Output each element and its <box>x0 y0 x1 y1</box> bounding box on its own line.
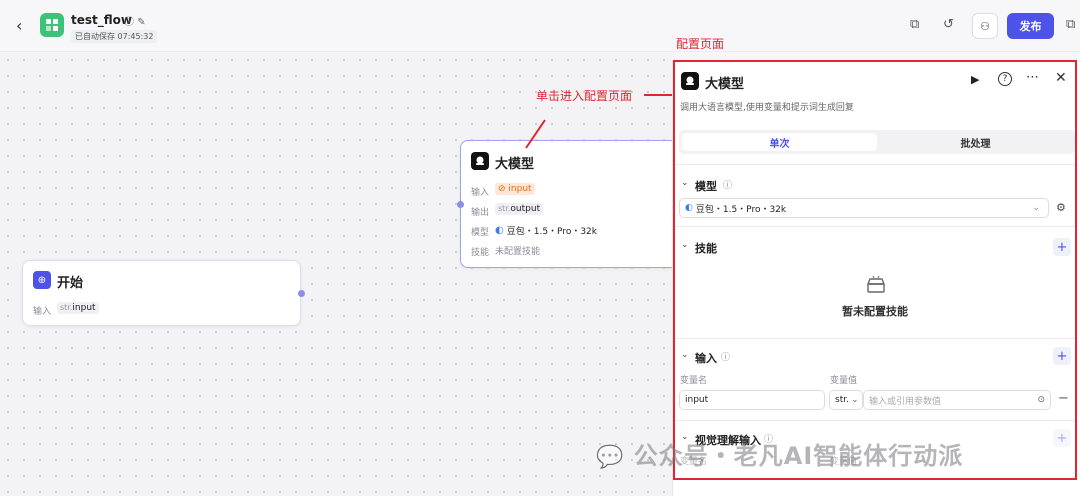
input-section: ⌄ 输入 ⓘ + 变量名 变量值 input str. ⌄ 输入或引用参数值 ⊙… <box>673 338 1077 420</box>
variable-value-input[interactable]: 输入或引用参数值 ⊙ <box>863 390 1051 410</box>
llm-row-label: 模型 <box>471 228 490 238</box>
chevron-down-icon[interactable]: ⌄ <box>681 178 689 188</box>
variable-value-header: 变量值 <box>830 376 858 386</box>
chevron-down-icon[interactable]: ⌄ <box>681 240 689 250</box>
start-input-tag: str.input <box>57 302 99 314</box>
wechat-icon: 💬 <box>596 445 625 470</box>
start-icon: ⊕ <box>33 271 51 289</box>
edit-icon[interactable]: ✎ <box>137 17 145 28</box>
info-icon[interactable]: ⓘ <box>721 350 730 363</box>
start-input-label: 输入 <box>33 307 52 317</box>
panel-title: 大模型 <box>705 77 745 92</box>
back-arrow-icon[interactable]: ‹ <box>16 16 22 35</box>
start-node[interactable]: ⊕ 开始 输入 str.input <box>22 260 301 326</box>
collaborators-button[interactable]: ⚇ <box>972 13 998 39</box>
model-section-title: 模型 <box>695 180 717 193</box>
more-window-icon[interactable]: ⧉ <box>1066 17 1075 32</box>
llm-output-tag: str.output <box>495 203 544 215</box>
help-icon[interactable]: ? <box>998 72 1012 86</box>
doubao-icon: ◐ <box>495 225 504 236</box>
model-select[interactable]: ◐ 豆包・1.5・Pro・32k ⌄ <box>679 198 1049 218</box>
skills-section: ⌄ 技能 + 暂未配置技能 <box>673 226 1077 338</box>
app-logo-icon <box>40 13 64 37</box>
chevron-down-icon: ⌄ <box>850 395 859 405</box>
doubao-icon: ◐ <box>685 203 693 213</box>
top-bar: ‹ test_flow ⓘ ✎ 已自动保存 07:45:32 ⧉ ↺ ⚇ 发布 … <box>0 0 1080 52</box>
llm-row-label: 输出 <box>471 208 490 218</box>
add-skill-button[interactable]: + <box>1053 238 1071 256</box>
info-icon[interactable]: ⓘ <box>124 17 134 28</box>
skills-empty-text: 暂未配置技能 <box>842 305 908 318</box>
llm-skills-value: 未配置技能 <box>495 247 541 257</box>
settings-icon[interactable]: ⚙ <box>1056 201 1066 214</box>
add-vision-input-button[interactable]: + <box>1053 429 1071 447</box>
panel-llm-icon <box>681 72 699 90</box>
llm-input-tag: ⊘ input <box>495 183 535 195</box>
add-input-button[interactable]: + <box>1053 347 1071 365</box>
model-section: ⌄ 模型 ⓘ ◐ 豆包・1.5・Pro・32k ⌄ ⚙ <box>673 164 1077 226</box>
mode-tabs: 单次 批处理 <box>679 130 1075 154</box>
llm-input-port[interactable] <box>457 201 464 208</box>
input-section-title: 输入 <box>695 352 717 365</box>
variable-name-input[interactable]: input <box>679 390 825 410</box>
annotation-lines <box>525 94 682 149</box>
config-panel: 大模型 ▶ ? ⋯ ✕ 调用大语言模型,使用变量和提示词生成回复 单次 批处理 … <box>672 60 1080 496</box>
close-icon[interactable]: ✕ <box>1055 70 1067 86</box>
llm-model-value: 豆包・1.5・Pro・32k <box>506 227 597 237</box>
variable-type-select[interactable]: str. ⌄ <box>829 390 863 410</box>
llm-icon <box>471 152 489 170</box>
llm-row-label: 技能 <box>471 248 490 258</box>
start-output-port[interactable] <box>298 290 305 297</box>
annotation-config-page: 配置页面 <box>676 37 725 51</box>
variable-name-header: 变量名 <box>680 376 708 386</box>
chevron-down-icon[interactable]: ⌄ <box>681 350 689 360</box>
llm-node-title: 大模型 <box>495 157 535 172</box>
tab-single[interactable]: 单次 <box>682 133 877 151</box>
panel-description: 调用大语言模型,使用变量和提示词生成回复 <box>680 103 854 113</box>
model-select-value: 豆包・1.5・Pro・32k <box>695 204 787 215</box>
llm-row-label: 输入 <box>471 188 490 198</box>
chevron-down-icon: ⌄ <box>1032 203 1040 213</box>
watermark: 💬 公众号・老凡AI智能体行动派 <box>596 442 964 470</box>
reference-icon[interactable]: ⊙ <box>1037 395 1045 405</box>
more-icon[interactable]: ⋯ <box>1026 70 1039 85</box>
autosave-status: 已自动保存 07:45:32 <box>71 30 158 43</box>
user-icon: ⚇ <box>980 19 990 33</box>
empty-box-icon <box>865 275 887 298</box>
copy-icon[interactable]: ⧉ <box>910 17 919 32</box>
info-icon[interactable]: ⓘ <box>723 178 732 191</box>
tab-batch[interactable]: 批处理 <box>879 133 1072 151</box>
llm-node[interactable]: 大模型 输入 ⊘ input 输出 str.output 模型 ◐ 豆包・1.5… <box>460 140 672 268</box>
app-title: test_flow <box>71 13 132 27</box>
remove-input-icon[interactable]: − <box>1058 391 1069 406</box>
publish-button[interactable]: 发布 <box>1007 13 1054 39</box>
skills-section-title: 技能 <box>695 242 717 255</box>
history-icon[interactable]: ↺ <box>943 17 954 32</box>
start-node-title: 开始 <box>57 276 84 291</box>
run-icon[interactable]: ▶ <box>971 73 979 86</box>
